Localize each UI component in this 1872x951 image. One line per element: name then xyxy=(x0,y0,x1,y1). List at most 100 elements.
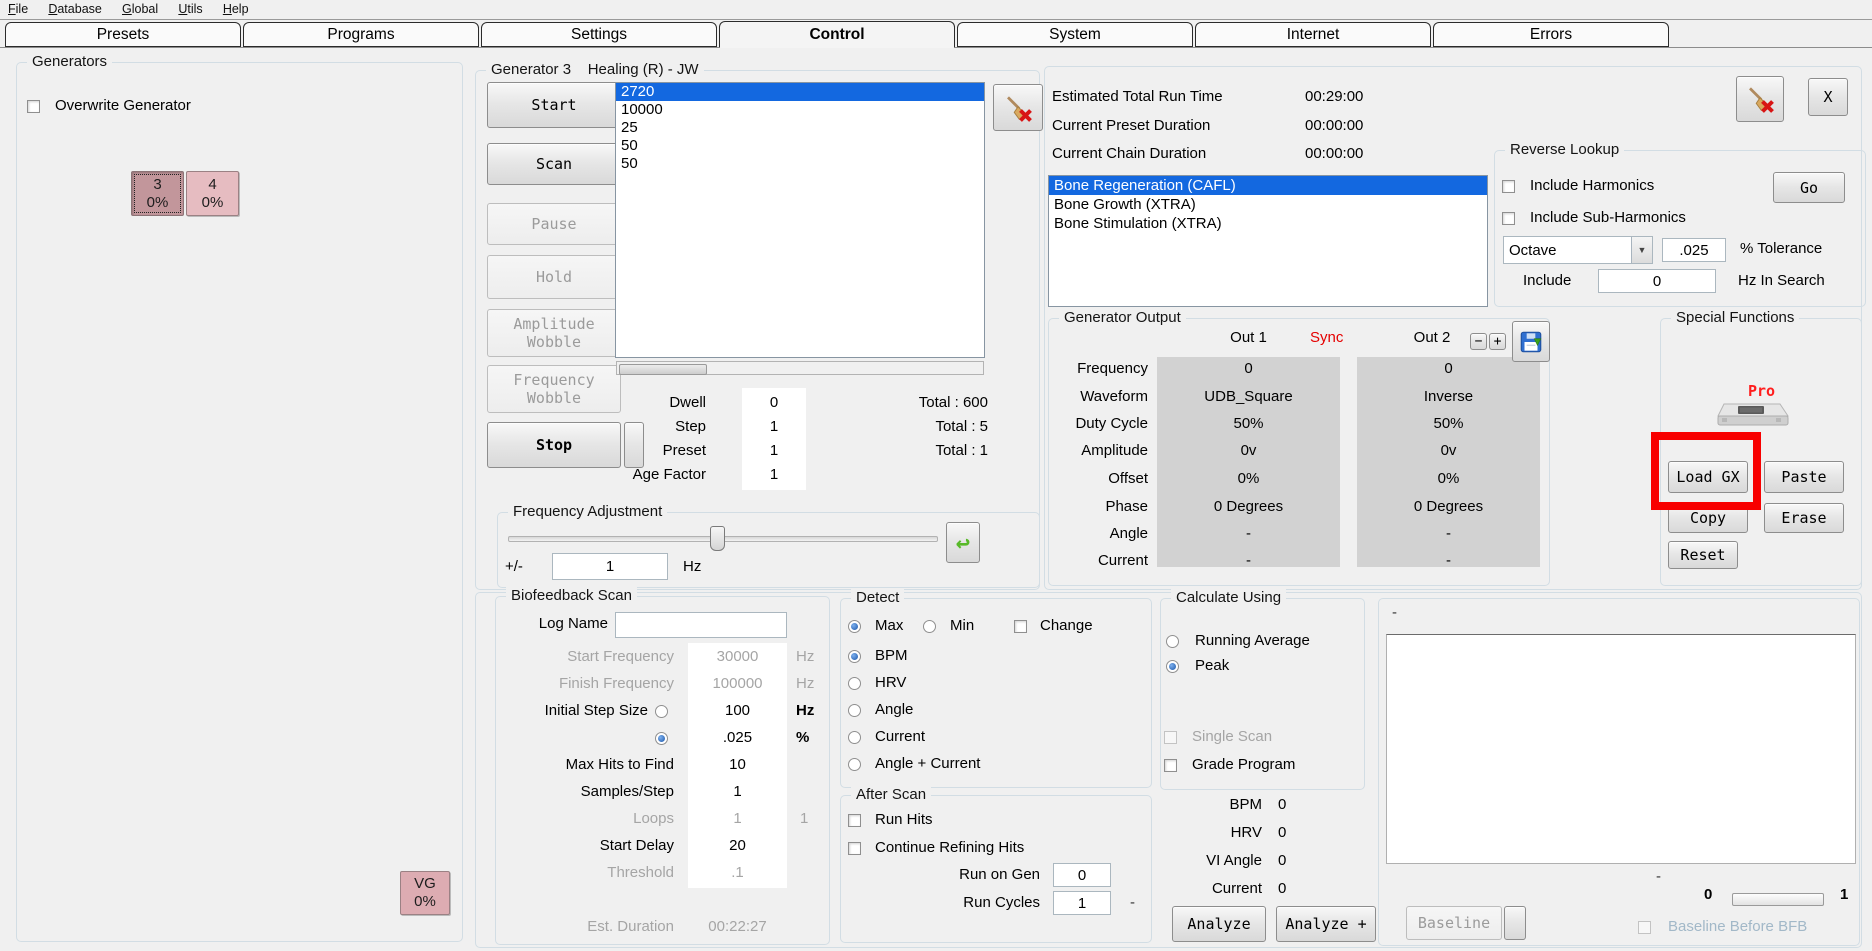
paste-button[interactable]: Paste xyxy=(1764,461,1844,493)
output-row-label: Offset xyxy=(1020,470,1148,487)
scan-button[interactable]: Scan xyxy=(487,143,621,185)
step-size-percent-value[interactable]: .025 xyxy=(688,729,787,746)
step-size-hz-value[interactable]: 100 xyxy=(688,702,787,719)
program-item[interactable]: Bone Stimulation (XTRA) xyxy=(1049,214,1487,233)
step-size-hz-radio[interactable] xyxy=(655,705,668,718)
start-delay-value[interactable]: 20 xyxy=(688,837,787,854)
clear-all-button[interactable] xyxy=(1736,76,1784,122)
dwell-value[interactable]: 0 xyxy=(742,394,806,411)
run-hits-checkbox[interactable] xyxy=(848,814,861,827)
tab-presets[interactable]: Presets xyxy=(5,22,241,47)
frequency-item[interactable]: 2720 xyxy=(616,83,984,101)
log-name-input[interactable] xyxy=(615,612,787,638)
generator-4-button[interactable]: 4 0% xyxy=(186,171,239,216)
max-hits-value[interactable]: 10 xyxy=(688,756,787,773)
analyze-plus-button[interactable]: Analyze + xyxy=(1276,906,1376,942)
out1-duty-cycle: 50% xyxy=(1157,415,1340,432)
menu-database[interactable]: Database xyxy=(40,1,110,18)
detect-current-radio[interactable] xyxy=(848,731,861,744)
samples-per-step-value[interactable]: 1 xyxy=(688,783,787,800)
analyze-button[interactable]: Analyze xyxy=(1172,906,1266,942)
clear-frequency-list-button[interactable] xyxy=(993,84,1043,131)
reset-button[interactable]: Reset xyxy=(1668,541,1738,569)
scale-min-label: 0 xyxy=(1704,886,1712,903)
detect-bpm-label: BPM xyxy=(875,647,908,664)
program-item[interactable]: Bone Growth (XTRA) xyxy=(1049,195,1487,214)
frequency-adjustment-slider-thumb[interactable] xyxy=(710,526,725,551)
hscrollbar-thumb[interactable] xyxy=(619,364,707,375)
tolerance-input[interactable]: .025 xyxy=(1662,238,1726,262)
grade-program-label: Grade Program xyxy=(1192,756,1295,773)
close-panel-button[interactable]: X xyxy=(1808,78,1848,116)
menu-global[interactable]: Global xyxy=(114,1,166,18)
start-button[interactable]: Start xyxy=(487,82,621,128)
frequency-list-hscrollbar[interactable] xyxy=(616,361,984,375)
tab-programs[interactable]: Programs xyxy=(243,22,479,47)
peak-radio[interactable] xyxy=(1166,660,1179,673)
frequency-listbox[interactable]: 2720 10000 25 50 50 xyxy=(615,82,985,358)
out1-offset: 0% xyxy=(1157,470,1340,487)
output-plus-button[interactable]: + xyxy=(1489,333,1506,350)
frequency-item[interactable]: 10000 xyxy=(616,101,984,119)
output-row-label: Angle xyxy=(1020,525,1148,542)
frequency-item[interactable]: 50 xyxy=(616,155,984,173)
output-minus-button[interactable]: − xyxy=(1470,333,1487,350)
frequency-item[interactable]: 25 xyxy=(616,119,984,137)
step-size-hz-unit: Hz xyxy=(796,702,814,719)
detect-angle-radio[interactable] xyxy=(848,704,861,717)
dropdown-arrow-icon[interactable]: ▼ xyxy=(1631,237,1652,263)
detect-angle-current-radio[interactable] xyxy=(848,758,861,771)
run-on-gen-input[interactable]: 0 xyxy=(1053,863,1111,887)
step-value[interactable]: 1 xyxy=(742,418,806,435)
threshold-value: .1 xyxy=(688,864,787,881)
single-scan-label: Single Scan xyxy=(1192,728,1272,745)
step-size-percent-radio[interactable] xyxy=(655,732,668,745)
harmonic-type-dropdown[interactable]: Octave ▼ xyxy=(1503,236,1653,264)
tab-system[interactable]: System xyxy=(957,22,1193,47)
total-presets: Total : 1 xyxy=(840,442,988,459)
tab-internet[interactable]: Internet xyxy=(1195,22,1431,47)
tab-errors[interactable]: Errors xyxy=(1433,22,1669,47)
special-functions-title: Special Functions xyxy=(1671,309,1799,326)
programs-listbox[interactable]: Bone Regeneration (CAFL) Bone Growth (XT… xyxy=(1048,175,1488,307)
frequency-item[interactable]: 50 xyxy=(616,137,984,155)
include-harmonics-checkbox[interactable] xyxy=(1502,180,1515,193)
preset-value[interactable]: 1 xyxy=(742,442,806,459)
age-factor-value[interactable]: 1 xyxy=(742,466,806,483)
copy-button[interactable]: Copy xyxy=(1668,503,1748,533)
go-button[interactable]: Go xyxy=(1773,172,1845,203)
erase-button[interactable]: Erase xyxy=(1764,503,1844,533)
continue-refining-checkbox[interactable] xyxy=(848,842,861,855)
tab-control[interactable]: Control xyxy=(719,21,955,48)
reset-adjustment-button[interactable]: ↩ xyxy=(946,522,980,563)
save-output-button[interactable] xyxy=(1512,321,1550,362)
run-cycles-input[interactable]: 1 xyxy=(1053,891,1111,915)
load-gx-button[interactable]: Load GX xyxy=(1668,461,1748,493)
grade-program-checkbox[interactable] xyxy=(1164,759,1177,772)
detect-change-checkbox[interactable] xyxy=(1014,620,1027,633)
overwrite-generator-checkbox[interactable] xyxy=(27,100,40,113)
tab-settings[interactable]: Settings xyxy=(481,22,717,47)
detect-bpm-radio[interactable] xyxy=(848,650,861,663)
menu-utils[interactable]: Utils xyxy=(170,1,210,18)
finish-frequency-value: 100000 xyxy=(688,675,787,692)
running-average-label: Running Average xyxy=(1195,632,1310,649)
overwrite-generator-label: Overwrite Generator xyxy=(55,97,191,114)
continue-refining-label: Continue Refining Hits xyxy=(875,839,1024,856)
samples-per-step-label: Samples/Step xyxy=(500,783,674,800)
adjustment-amount-input[interactable]: 1 xyxy=(552,553,668,580)
include-sub-harmonics-checkbox[interactable] xyxy=(1502,212,1515,225)
running-average-radio[interactable] xyxy=(1166,635,1179,648)
detect-min-radio[interactable] xyxy=(923,620,936,633)
dwell-label: Dwell xyxy=(560,394,706,411)
detect-change-label: Change xyxy=(1040,617,1093,634)
baseline-before-bfb-label: Baseline Before BFB xyxy=(1668,918,1807,935)
program-item[interactable]: Bone Regeneration (CAFL) xyxy=(1049,176,1487,195)
include-hz-input[interactable]: 0 xyxy=(1598,269,1716,293)
menu-file[interactable]: File xyxy=(0,1,36,18)
vg-generator-button[interactable]: VG 0% xyxy=(400,871,450,915)
detect-hrv-radio[interactable] xyxy=(848,677,861,690)
detect-max-radio[interactable] xyxy=(848,620,861,633)
menu-help[interactable]: Help xyxy=(215,1,257,18)
generator-3-button[interactable]: 3 0% xyxy=(131,171,184,216)
